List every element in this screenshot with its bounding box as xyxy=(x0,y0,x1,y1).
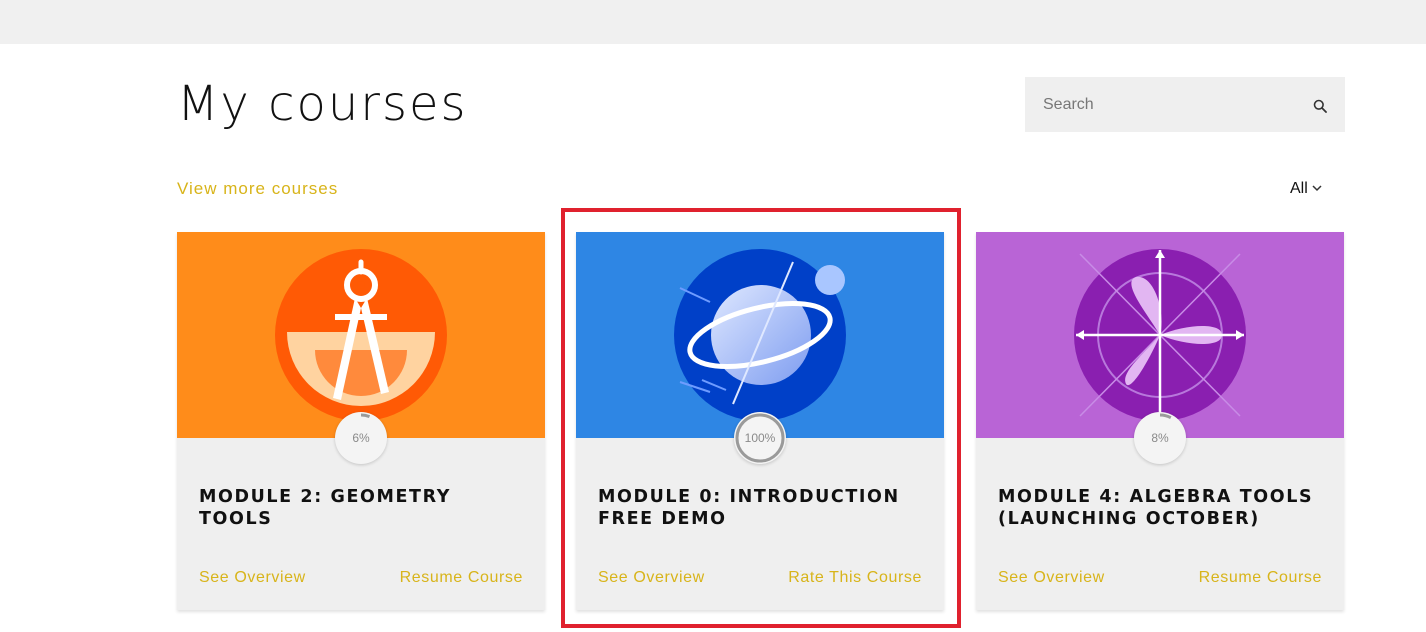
course-card-algebra[interactable]: 8% MODULE 4: ALGEBRA TOOLS (LAUNCHING OC… xyxy=(976,232,1344,610)
search-box[interactable] xyxy=(1025,77,1345,132)
see-overview-link[interactable]: See Overview xyxy=(199,569,306,587)
compass-icon xyxy=(275,249,447,421)
course-banner xyxy=(177,232,545,438)
progress-label: 100% xyxy=(744,431,776,445)
resume-course-link[interactable]: Resume Course xyxy=(400,569,523,587)
chevron-down-icon xyxy=(1312,183,1322,196)
planet-icon xyxy=(674,249,846,421)
see-overview-link[interactable]: See Overview xyxy=(598,569,705,587)
rate-course-link[interactable]: Rate This Course xyxy=(788,569,922,587)
filter-dropdown[interactable]: All xyxy=(1290,180,1322,198)
course-card-geometry[interactable]: 6% MODULE 2: GEOMETRY TOOLS See Overview… xyxy=(177,232,545,610)
progress-indicator: 6% xyxy=(335,412,387,464)
progress-indicator: 8% xyxy=(1134,412,1186,464)
progress-label: 6% xyxy=(352,431,370,445)
course-title[interactable]: MODULE 2: GEOMETRY TOOLS xyxy=(199,486,529,530)
course-banner xyxy=(976,232,1344,438)
progress-label: 8% xyxy=(1151,431,1169,445)
resume-course-link[interactable]: Resume Course xyxy=(1199,569,1322,587)
search-icon[interactable] xyxy=(1313,98,1327,113)
course-banner xyxy=(576,232,944,438)
course-card-introduction[interactable]: 100% MODULE 0: INTRODUCTION FREE DEMO Se… xyxy=(576,232,944,610)
search-input[interactable] xyxy=(1043,95,1313,114)
page-title: My courses xyxy=(177,76,468,132)
course-title[interactable]: MODULE 4: ALGEBRA TOOLS (LAUNCHING OCTOB… xyxy=(998,486,1328,530)
progress-indicator: 100% xyxy=(734,412,786,464)
course-title[interactable]: MODULE 0: INTRODUCTION FREE DEMO xyxy=(598,486,928,530)
top-bar xyxy=(0,0,1426,44)
polar-graph-icon xyxy=(1074,249,1246,422)
filter-label: All xyxy=(1290,180,1308,197)
see-overview-link[interactable]: See Overview xyxy=(998,569,1105,587)
view-more-courses-link[interactable]: View more courses xyxy=(177,179,338,199)
